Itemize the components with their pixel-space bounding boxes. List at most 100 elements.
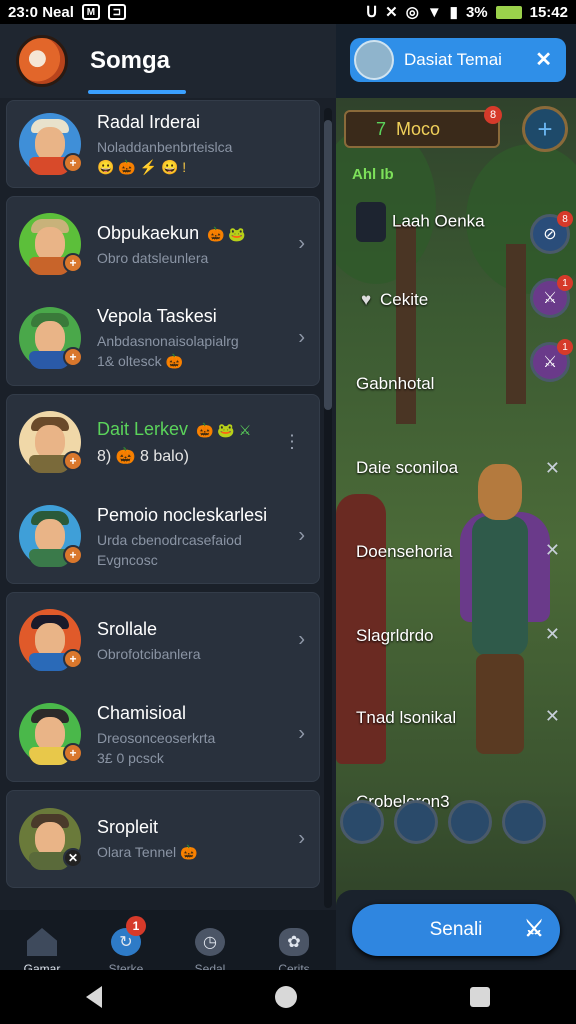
hero-character [456, 464, 550, 754]
conversation-list: + Radal Irderai Noladdanbenbrteislca 😀 🎃… [6, 100, 320, 910]
side-badge: 1 [557, 275, 573, 291]
plus-badge-icon: + [63, 153, 83, 173]
message-preview: Anbdasnonaisolapialrg [97, 333, 239, 349]
message-meta: 3£ 0 pcsck [97, 749, 164, 766]
chevron-right-icon[interactable]: › [298, 723, 305, 746]
mute-icon: ✕ [385, 4, 398, 21]
plus-badge-icon: + [63, 253, 83, 273]
avatar: ✕ [19, 808, 83, 870]
action-button[interactable]: Senali ⚔ [352, 904, 560, 956]
game-menu-item[interactable]: Tnad lsonikal [356, 708, 456, 728]
ability-orbs [340, 800, 546, 844]
map-button[interactable]: ⊘ 8 [530, 211, 573, 254]
home-circle-icon[interactable] [274, 986, 297, 1008]
emoji-reactions: 😀 🎃 ⚡ 😀 ! [97, 159, 187, 175]
close-icon[interactable]: ✕ [545, 706, 560, 727]
close-icon[interactable]: ✕ [535, 47, 552, 72]
message-preview: Obro datsleunlera [97, 249, 209, 266]
resource-label: Moco [396, 118, 441, 139]
resource-bar[interactable]: 7 Moco 8 [344, 106, 502, 148]
game-menu-item[interactable]: Daie sconiloa [356, 458, 458, 478]
game-menu-item[interactable]: Gabnhotal [356, 374, 434, 394]
emoji-reactions: 🎃 🐸 [207, 225, 246, 242]
app-header: Somga [0, 24, 336, 98]
conversation-item[interactable]: + Obpukaekun 🎃 🐸 Obro datsleunlera › [7, 197, 319, 291]
game-menu-item[interactable]: Doensehoria [356, 542, 452, 562]
side-badge: 8 [557, 211, 573, 227]
resource-value: 7 [376, 118, 387, 139]
vibrate-icon: ᑌ [366, 4, 378, 21]
ability-orb[interactable] [502, 800, 546, 844]
app-logo[interactable] [16, 35, 68, 87]
settings-icon: ✿ [279, 928, 309, 956]
signal-icon: ▮ [449, 4, 458, 21]
avatar: + [19, 307, 83, 369]
plus-badge-icon: + [63, 451, 83, 471]
wifi-icon: ▼ [426, 3, 442, 21]
game-menu-item[interactable]: ♥ Cekite [356, 290, 428, 310]
close-icon[interactable]: ✕ [545, 624, 560, 645]
scrollbar[interactable] [324, 108, 332, 908]
avatar: + [19, 609, 83, 671]
message-preview: Dreosonceoserkrta [97, 729, 216, 746]
message-meta: Evgncosc [97, 551, 158, 568]
ability-orb[interactable] [340, 800, 384, 844]
page-title: Somga [90, 47, 171, 74]
game-top-bar: Dasiat Temai ✕ [336, 24, 576, 98]
close-icon[interactable]: ✕ [545, 458, 560, 479]
plus-badge-icon: + [63, 545, 83, 565]
conversation-item[interactable]: + Pemoio nocleskarlesi Urda cbenodrcasef… [7, 489, 319, 583]
gmail-icon: M [81, 4, 100, 20]
conversation-card: + Srollale Obrofotcibanlera › + Chamisio… [6, 592, 320, 782]
recents-icon[interactable] [469, 987, 490, 1007]
add-button[interactable]: + [522, 106, 568, 152]
battery-percent: 3% [465, 3, 488, 21]
tools-badge-icon: ✕ [63, 848, 83, 868]
avatar: + [19, 505, 83, 567]
conversation-item[interactable]: ✕ Sropleit Olara Tennel 🎃 › [7, 791, 319, 887]
game-banner[interactable]: Dasiat Temai ✕ [350, 38, 566, 82]
status-time: 23:0 Neal [8, 3, 74, 21]
chat-panel: Somga + Radal Irderai Noladdanbenbrteisl… [0, 24, 336, 994]
title-underline [88, 90, 186, 94]
game-menu-item[interactable]: Laah Oenka [356, 202, 485, 242]
ability-orb[interactable] [448, 800, 492, 844]
game-menu-item[interactable]: Slagrldrdo [356, 626, 434, 646]
battery-icon [495, 5, 522, 19]
ability-orb[interactable] [394, 800, 438, 844]
contact-name: Obpukaekun 🎃 🐸 [97, 222, 246, 243]
conversation-item[interactable]: + Dait Lerkev 🎃 🐸 ⚔ 8) 🎃 8 balo) ⋮ [7, 395, 319, 489]
conversation-card: + Obpukaekun 🎃 🐸 Obro datsleunlera › + Ve… [6, 196, 320, 386]
system-nav-bar [0, 970, 576, 1024]
sword-button[interactable]: ⚔ 1 [530, 339, 573, 382]
contact-name: Radal Irderai [97, 112, 201, 132]
contact-name: Chamisioal [97, 702, 187, 723]
close-icon[interactable]: ✕ [545, 540, 560, 561]
plus-badge-icon: + [63, 347, 83, 367]
chevron-right-icon[interactable]: › [298, 629, 305, 652]
sword-button[interactable]: ⚔ 1 [530, 275, 573, 318]
message-preview: Noladdanbenbrteislca [97, 139, 233, 155]
more-options-icon[interactable]: ⋮ [283, 432, 301, 453]
scroll-icon [356, 202, 386, 242]
conversation-item[interactable]: + Radal Irderai Noladdanbenbrteislca 😀 🎃… [7, 101, 319, 187]
chevron-right-icon[interactable]: › [298, 233, 305, 256]
plus-badge-icon: + [63, 743, 83, 763]
shield-icon: ♥ [360, 290, 372, 309]
chevron-right-icon[interactable]: › [298, 525, 305, 548]
emoji-reactions: 🎃 🐸 ⚔ [196, 421, 252, 438]
message-preview: Olara Tennel 🎃 [97, 844, 198, 860]
notification-icon: ⊐ [107, 4, 126, 20]
back-icon[interactable] [86, 986, 103, 1008]
conversation-item[interactable]: + Chamisioal Dreosonceoserkrta 3£ 0 pcsc… [7, 687, 319, 781]
scroll-thumb[interactable] [324, 120, 332, 410]
chevron-right-icon[interactable]: › [298, 828, 305, 851]
avatar: + [19, 703, 83, 765]
background-trunk [396, 224, 416, 424]
conversation-item[interactable]: + Srollale Obrofotcibanlera › [7, 593, 319, 687]
message-meta: 1& oltesck 🎃 [97, 353, 183, 369]
contact-name: Vepola Taskesi [97, 306, 217, 326]
contact-name: Sropleit [97, 817, 159, 837]
chevron-right-icon[interactable]: › [298, 327, 305, 350]
conversation-item[interactable]: + Vepola Taskesi Anbdasnonaisolapialrg 1… [7, 291, 319, 385]
